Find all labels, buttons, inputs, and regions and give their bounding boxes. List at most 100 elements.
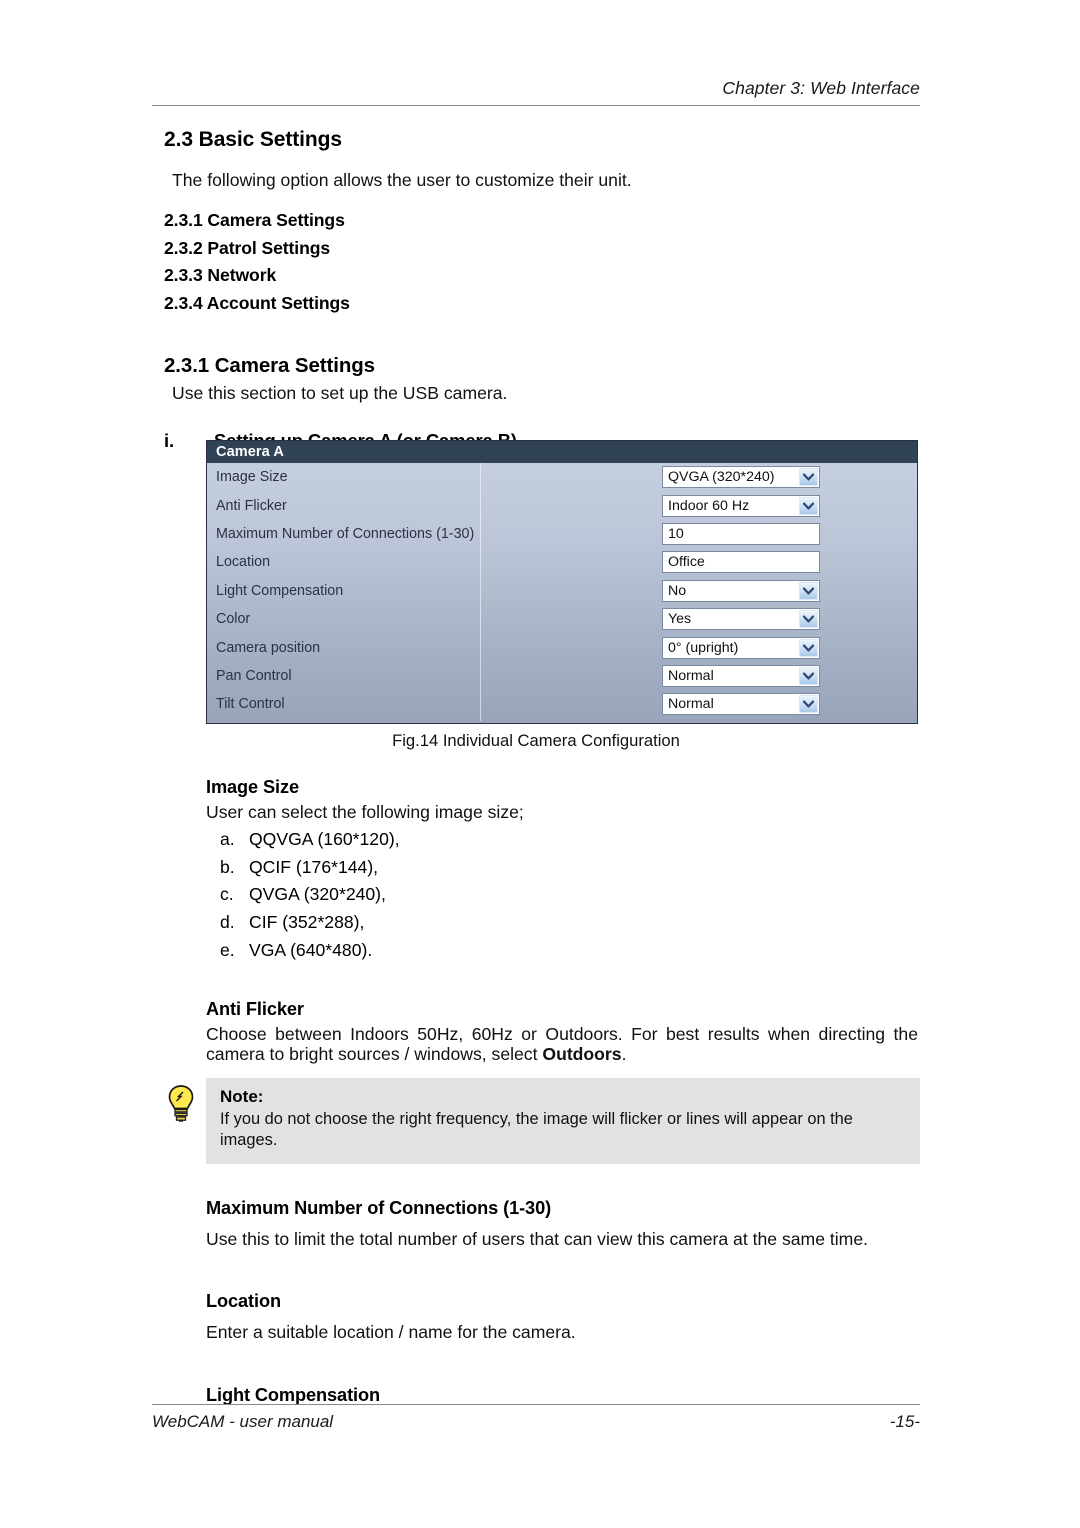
camera-setting-label: Tilt Control [216,696,285,713]
camera-panel-body: Image Size QVGA (320*240) Anti Flicker Indo… [207,463,917,723]
figure-camera-configuration: Camera A Image Size QVGA (320*240) Anti Fl… [206,440,918,724]
camera-setting-label: Maximum Number of Connections (1-30) [216,525,475,542]
page-header: Chapter 3: Web Interface [152,78,920,106]
chevron-down-icon[interactable] [799,638,818,657]
footer-row: WebCAM - user manual -15- [152,1412,920,1432]
camera-setting-label: Image Size [216,469,288,486]
camera-setting-value: Normal [668,667,714,684]
chevron-down-icon[interactable] [799,610,818,629]
subsection-entry-4: 2.3.4 Account Settings [164,293,350,314]
camera-setting-label: Camera position [216,639,321,656]
image-size-option-list: a. QQVGA (160*120), b. QCIF (176*144), c. Q… [152,826,920,965]
camera-setting-label: Color [216,611,251,628]
camera-setting-row: Maximum Number of Connections (1-30) 10 [207,520,917,548]
running-head: Chapter 3: Web Interface [722,78,920,98]
camera-setting-select[interactable]: 0° (upright) [662,636,820,659]
camera-setting-select[interactable]: Normal [662,664,820,687]
list-item: c. QVGA (320*240), [220,881,920,909]
term-body-anti-flicker: Choose between Indoors 50Hz, 60Hz or Out… [206,1024,918,1064]
camera-setting-value: Office [668,554,705,571]
term-body-max-connections: Use this to limit the total number of us… [206,1229,868,1250]
camera-setting-select[interactable]: QVGA (320*240) [662,466,820,489]
camera-setting-value: Normal [668,696,714,713]
manual-page: Chapter 3: Web Interface 2.3 Basic Setti… [0,0,1080,1528]
page-footer: WebCAM - user manual -15- [152,1404,920,1432]
footer-manual-name: WebCAM - user manual [152,1412,334,1431]
list-text: VGA (640*480). [249,940,373,960]
camera-setting-row: Tilt Control Normal [207,690,917,718]
camera-setting-field-cell: Indoor 60 Hz [480,494,820,517]
term-body-location: Enter a suitable location / name for the… [206,1322,576,1343]
camera-setting-value: 10 [668,525,684,542]
footer-page-number: -15- [889,1412,920,1431]
chevron-down-icon[interactable] [799,468,818,487]
camera-setting-label: Light Compensation [216,582,344,599]
subsection-intro: Use this section to set up the USB camer… [172,382,508,403]
list-marker: b. [220,856,235,877]
note-callout: Note: If you do not choose the right fre… [168,1078,920,1165]
term-heading-light-compensation: Light Compensation [206,1384,381,1405]
camera-setting-field-cell: 10 [480,522,820,545]
camera-setting-field-cell: Yes [480,608,820,631]
camera-panel-title: Camera A [207,441,917,463]
camera-setting-row: Color Yes [207,605,917,633]
subsection-list: 2.3.1 Camera Settings 2.3.2 Patrol Setti… [164,207,920,318]
camera-setting-input[interactable]: 10 [662,522,820,545]
term-heading-image-size: Image Size [206,776,300,797]
camera-setting-value: Indoor 60 Hz [668,497,750,514]
note-box: Note: If you do not choose the right fre… [206,1078,920,1165]
chevron-down-icon[interactable] [799,581,818,600]
camera-setting-label: Pan Control [216,667,292,684]
camera-setting-label: Location [216,554,271,571]
term-heading-location: Location [206,1291,281,1312]
figure-caption: Fig.14 Individual Camera Configuration [392,731,680,750]
list-marker: a. [220,828,235,849]
chevron-down-icon[interactable] [799,695,818,714]
content-column: 2.3 Basic Settings The following option … [152,128,920,1410]
anti-flicker-text-part2: . [621,1044,627,1065]
camera-setting-value: No [668,582,687,599]
camera-setting-value: QVGA (320*240) [668,469,775,486]
chevron-down-icon[interactable] [799,496,818,515]
camera-setting-row: Camera position 0° (upright) [207,633,917,661]
list-text: QQVGA (160*120), [249,828,400,849]
camera-setting-value: 0° (upright) [668,639,739,656]
subsection-entry-1: 2.3.1 Camera Settings [164,209,345,230]
camera-setting-row: Image Size QVGA (320*240) [207,463,917,491]
list-text: CIF (352*288), [249,912,365,933]
camera-setting-field-cell: No [480,579,820,602]
list-item: d. CIF (352*288), [220,909,920,937]
camera-setting-row: Location Office [207,548,917,576]
camera-setting-row: Light Compensation No [207,577,917,605]
list-item: e. VGA (640*480). [220,937,920,965]
chevron-down-icon[interactable] [799,666,818,685]
term-heading-max-connections: Maximum Number of Connections (1-30) [206,1198,552,1219]
camera-setting-select[interactable]: Indoor 60 Hz [662,494,820,517]
list-marker: e. [220,940,235,960]
footer-divider [152,1404,920,1405]
anti-flicker-emphasis: Outdoors [542,1044,622,1065]
camera-setting-value: Yes [668,611,692,628]
section-title: 2.3 Basic Settings [164,128,342,151]
subsection-entry-2: 2.3.2 Patrol Settings [164,237,331,258]
camera-settings-rows: Image Size QVGA (320*240) Anti Flicker Indo… [207,463,917,719]
camera-setting-select[interactable]: Normal [662,693,820,716]
note-text: If you do not choose the right frequency… [220,1110,853,1149]
camera-setting-select[interactable]: Yes [662,608,820,631]
camera-setting-field-cell: QVGA (320*240) [480,466,820,489]
list-marker: d. [220,912,235,933]
term-heading-anti-flicker: Anti Flicker [206,998,304,1019]
camera-setting-field-cell: 0° (upright) [480,636,820,659]
camera-setting-label: Anti Flicker [216,497,287,514]
list-text: QVGA (320*240), [249,884,386,905]
lightbulb-icon [166,1084,196,1126]
camera-setting-select[interactable]: No [662,579,820,602]
camera-setting-field-cell: Office [480,551,820,574]
camera-setting-row: Anti Flicker Indoor 60 Hz [207,491,917,519]
subsection-entry-3: 2.3.3 Network [164,265,277,286]
list-item: a. QQVGA (160*120), [220,826,920,854]
camera-setting-field-cell: Normal [480,693,820,716]
subsection-title: 2.3.1 Camera Settings [164,353,375,377]
camera-setting-field-cell: Normal [480,664,820,687]
camera-setting-input[interactable]: Office [662,551,820,574]
